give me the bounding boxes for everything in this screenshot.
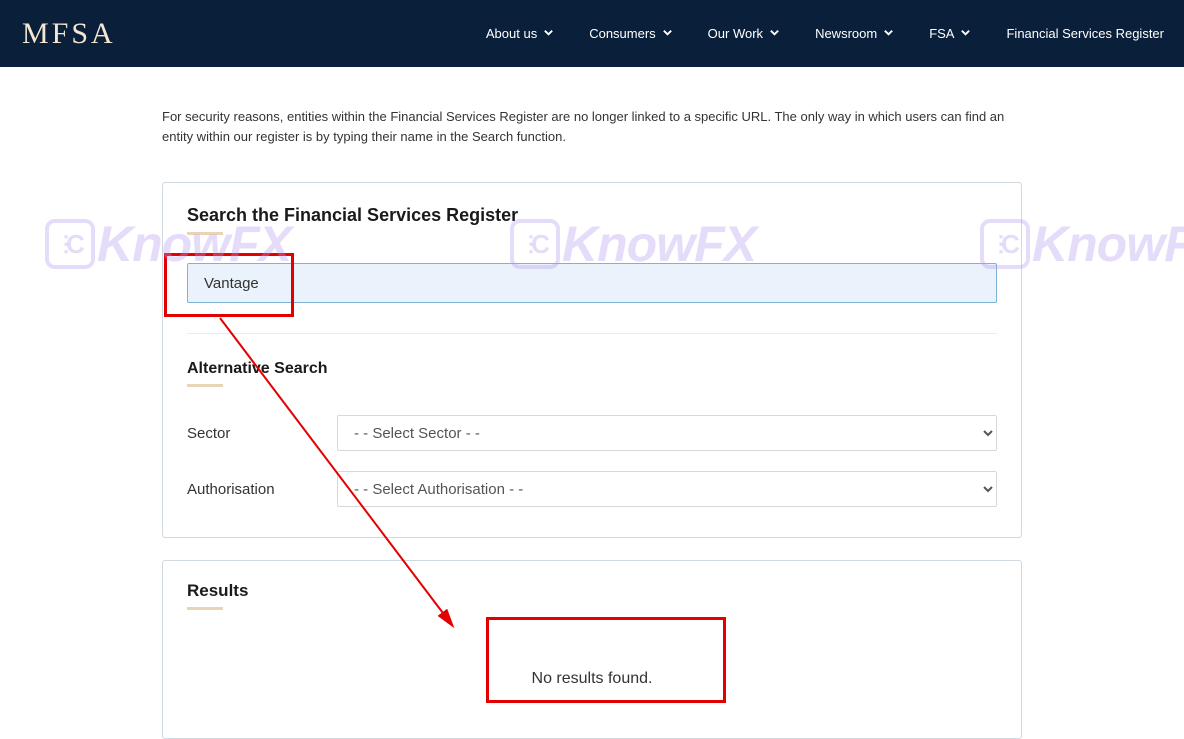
alternative-search-title: Alternative Search xyxy=(187,360,997,378)
nav-consumers[interactable]: Consumers xyxy=(589,26,672,41)
chevron-down-icon xyxy=(960,27,971,41)
nav-newsroom[interactable]: Newsroom xyxy=(815,26,894,41)
nav-label: About us xyxy=(486,26,537,41)
title-underline xyxy=(187,607,223,610)
nav-our-work[interactable]: Our Work xyxy=(708,26,780,41)
logo-section: MFSA xyxy=(0,0,180,67)
chevron-down-icon xyxy=(662,27,673,41)
main-header: MFSA About us Consumers Our Work Newsroo… xyxy=(0,0,1184,67)
nav-label: Consumers xyxy=(589,26,655,41)
search-title: Search the Financial Services Register xyxy=(187,205,997,226)
chevron-down-icon xyxy=(769,27,780,41)
search-card: Search the Financial Services Register A… xyxy=(162,182,1022,538)
security-notice: For security reasons, entities within th… xyxy=(162,107,1022,146)
authorisation-row: Authorisation - - Select Authorisation -… xyxy=(187,471,997,507)
nav-label: Newsroom xyxy=(815,26,877,41)
nav-about-us[interactable]: About us xyxy=(486,26,554,41)
title-underline xyxy=(187,384,223,387)
title-underline xyxy=(187,232,223,235)
section-divider xyxy=(187,333,997,334)
sector-select[interactable]: - - Select Sector - - xyxy=(337,415,997,451)
results-title: Results xyxy=(187,581,997,601)
logo-text: MFSA xyxy=(22,17,116,51)
chevron-down-icon xyxy=(543,27,554,41)
results-card: Results No results found. xyxy=(162,560,1022,739)
chevron-down-icon xyxy=(883,27,894,41)
search-input[interactable] xyxy=(187,263,997,303)
authorisation-label: Authorisation xyxy=(187,481,337,498)
main-content: For security reasons, entities within th… xyxy=(0,107,1184,739)
nav-financial-services-register[interactable]: Financial Services Register xyxy=(1006,26,1164,41)
main-nav: About us Consumers Our Work Newsroom FSA… xyxy=(486,26,1164,41)
nav-fsa[interactable]: FSA xyxy=(929,26,971,41)
sector-row: Sector - - Select Sector - - xyxy=(187,415,997,451)
authorisation-select[interactable]: - - Select Authorisation - - xyxy=(337,471,997,507)
nav-label: FSA xyxy=(929,26,954,41)
nav-label: Financial Services Register xyxy=(1006,26,1164,41)
sector-label: Sector xyxy=(187,425,337,442)
nav-label: Our Work xyxy=(708,26,763,41)
no-results-message: No results found. xyxy=(187,670,997,688)
